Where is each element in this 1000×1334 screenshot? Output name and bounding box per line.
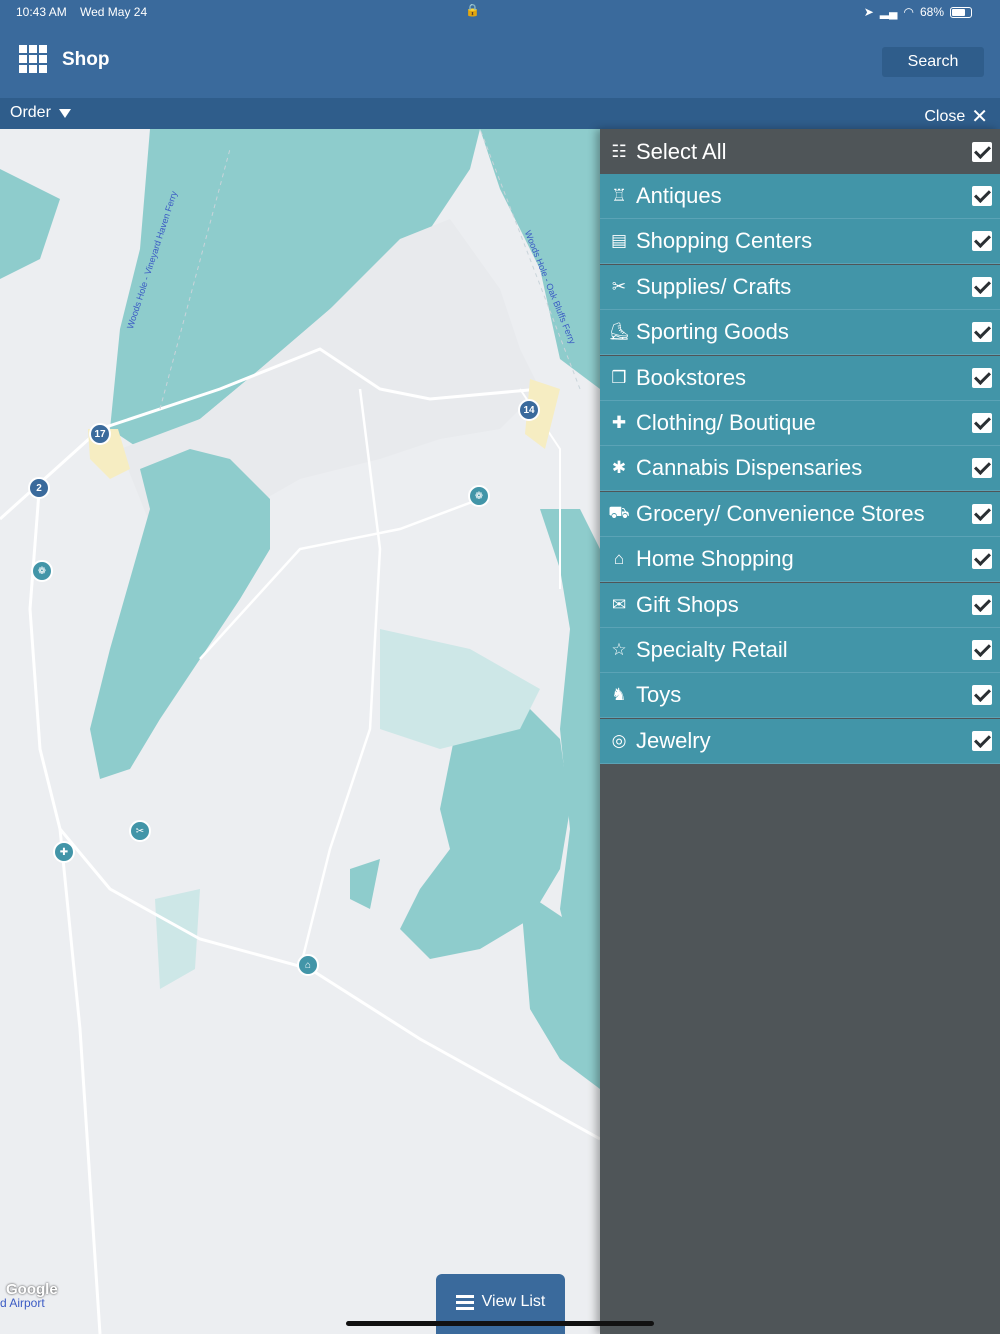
filter-label: Grocery/ Convenience Stores [636,500,925,526]
status-date: Wed May 24 [80,5,148,19]
close-icon: ✕ [971,106,988,128]
filter-checkbox[interactable] [972,549,992,570]
page-title: Shop [62,49,110,70]
close-label: Close [924,107,966,125]
crafts-marker[interactable]: ✂ [129,820,151,842]
filter-checkbox[interactable] [972,367,992,388]
grocery-marker[interactable]: ❁ [31,560,53,582]
ring-icon: ◎ [611,730,627,750]
filter-checkbox[interactable] [972,458,992,479]
filter-label: Specialty Retail [636,637,788,662]
filter-row-cannabis-dispensaries[interactable]: ✱ Cannabis Dispensaries [600,446,1000,492]
filter-checkbox[interactable] [972,186,992,206]
filter-label: Clothing/ Boutique [636,410,816,435]
sneaker-icon: ⛸ [608,322,630,342]
filter-row-jewelry[interactable]: ◎ Jewelry [600,718,1000,764]
status-bar: 10:43 AM Wed May 24 🔒 ➤ ▂▄ ◠ 68% [0,0,1000,24]
map-canvas [0,129,600,1334]
cluster-marker-14[interactable]: 14 [518,399,540,421]
clothing-marker[interactable]: ✚ [53,841,75,863]
filter-checkbox[interactable] [972,276,992,297]
filter-label: Toys [636,682,682,708]
select-all-label: Select All [636,138,727,164]
scissors-icon: ✂ [611,276,627,296]
filter-checkbox[interactable] [972,322,992,343]
filter-checkbox[interactable] [972,503,992,524]
lock-icon: 🔒 [465,3,480,17]
filter-row-specialty-retail[interactable]: ☆ Specialty Retail [600,628,1000,673]
category-filter-panel: ☷ Select All ♖ Antiques ▤ Shopping Centers ✂… [600,129,1000,1334]
filter-label: Home Shopping [636,546,794,572]
filter-row-gift-shops[interactable]: ✉ Gift Shops [600,582,1000,628]
lamp-icon: ♖ [611,186,627,205]
filter-label: Jewelry [636,727,711,753]
star-icon: ☆ [611,640,627,659]
cart-icon: ⛟ [608,502,630,522]
filter-checkbox[interactable] [972,231,992,252]
filter-label: Sporting Goods [636,319,789,345]
cluster-marker-17[interactable]: 17 [89,423,111,445]
leaf-icon: ✱ [611,458,627,478]
battery-percent: 68% [919,5,944,19]
filter-checkbox[interactable] [972,594,992,615]
sofa-icon: ⌂ [613,549,625,569]
signal-icon: ▂▄ [879,5,898,19]
filter-label: Shopping Centers [636,228,813,254]
grocery-marker[interactable]: ❁ [468,485,490,507]
map-view[interactable]: Woods Hole - Vineyard Haven Ferry Woods … [0,129,600,1334]
filter-row-antiques[interactable]: ♖ Antiques [600,174,1000,219]
filter-label: Gift Shops [636,591,739,617]
list-icon: ☷ [611,141,627,161]
filter-label: Supplies/ Crafts [636,273,792,299]
order-dropdown[interactable]: Order [10,104,71,122]
filter-row-home-shopping[interactable]: ⌂ Home Shopping [600,537,1000,583]
battery-icon [950,6,972,18]
book-icon: ❒ [611,367,627,387]
sub-toolbar: Order Close ✕ [0,98,1000,129]
status-right: ➤ ▂▄ ◠ 68% [864,5,972,19]
airport-label: d Airport [0,1296,45,1310]
home-shopping-marker[interactable]: ⌂ [297,954,319,976]
search-button[interactable]: Search [882,47,984,77]
filter-checkbox[interactable] [972,640,992,660]
gift-icon: ✉ [611,594,627,614]
filter-label: Cannabis Dispensaries [636,455,863,481]
apps-grid-icon[interactable] [19,45,47,73]
select-all-row[interactable]: ☷ Select All [600,129,1000,174]
caret-down-icon [58,108,71,118]
filter-label: Antiques [636,183,722,208]
store-icon: ▤ [610,231,628,251]
filter-label: Bookstores [636,364,747,390]
filter-row-bookstores[interactable]: ❒ Bookstores [600,355,1000,401]
filter-row-shopping-centers[interactable]: ▤ Shopping Centers [600,219,1000,265]
filter-row-supplies-crafts[interactable]: ✂ Supplies/ Crafts [600,264,1000,310]
filter-checkbox[interactable] [972,730,992,751]
list-icon [455,1294,474,1310]
filter-row-clothing-boutique[interactable]: ✚ Clothing/ Boutique [600,401,1000,446]
location-icon: ➤ [863,5,874,19]
home-indicator [346,1321,654,1326]
filter-checkbox[interactable] [972,413,992,433]
top-bar: 10:43 AM Wed May 24 🔒 ➤ ▂▄ ◠ 68% Shop Se… [0,0,1000,98]
status-time: 10:43 AM [16,5,67,19]
filter-row-sporting-goods[interactable]: ⛸ Sporting Goods [600,310,1000,356]
filter-checkbox[interactable] [972,685,992,706]
filter-row-grocery-convenience-stores[interactable]: ⛟ Grocery/ Convenience Stores [600,491,1000,537]
shirt-icon: ✚ [611,413,627,432]
order-label: Order [10,104,51,121]
select-all-checkbox[interactable] [972,141,992,162]
rocking-horse-icon: ♞ [611,685,627,705]
view-list-label: View List [481,1293,546,1310]
filter-row-toys[interactable]: ♞ Toys [600,673,1000,719]
cluster-marker-2[interactable]: 2 [28,477,50,499]
wifi-icon: ◠ [903,5,914,19]
close-button[interactable]: Close ✕ [924,104,988,129]
